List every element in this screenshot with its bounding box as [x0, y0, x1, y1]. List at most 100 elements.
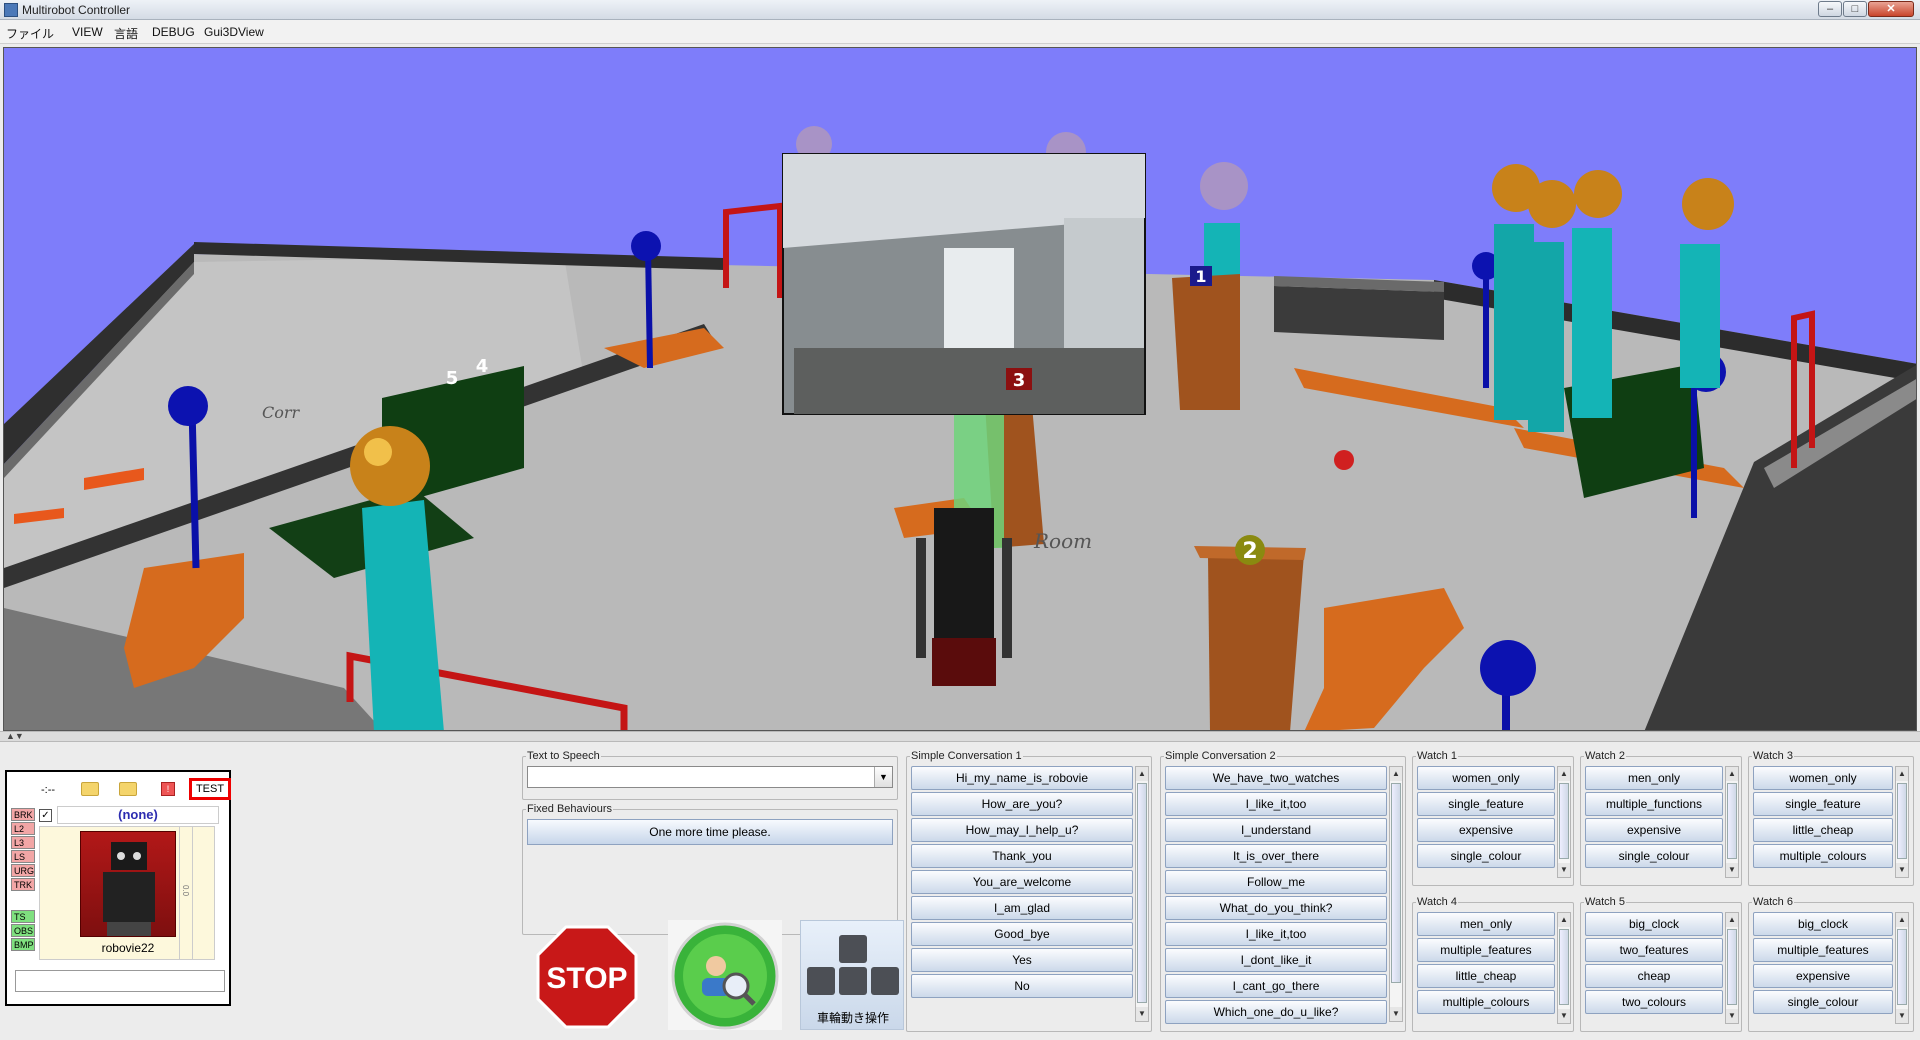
watch-button[interactable]: single_feature — [1417, 792, 1555, 816]
conv1-button[interactable]: Yes — [911, 948, 1133, 972]
robot-enable-checkbox[interactable]: ✓ — [39, 809, 52, 822]
scroll-thumb[interactable] — [1727, 929, 1737, 1005]
menu-gui3dview[interactable]: Gui3DView — [204, 25, 264, 39]
scroll-thumb[interactable] — [1897, 783, 1907, 859]
watch-button[interactable]: expensive — [1753, 964, 1893, 988]
conv1-button[interactable]: No — [911, 974, 1133, 998]
conv1-button[interactable]: Good_bye — [911, 922, 1133, 946]
scroll-down-icon[interactable]: ▼ — [1136, 1007, 1148, 1021]
scroll-thumb[interactable] — [1137, 783, 1147, 1003]
conv1-button[interactable]: Hi_my_name_is_robovie — [911, 766, 1133, 790]
watch-scrollbar[interactable]: ▲ ▼ — [1725, 912, 1739, 1024]
maximize-button[interactable]: □ — [1843, 1, 1867, 17]
conv2-button[interactable]: I_cant_go_there — [1165, 974, 1387, 998]
conv2-button[interactable]: We_have_two_watches — [1165, 766, 1387, 790]
scroll-thumb[interactable] — [1897, 929, 1907, 1005]
robot-command-input[interactable] — [15, 970, 225, 992]
minimize-button[interactable]: – — [1818, 1, 1842, 17]
watch-button[interactable]: multiple_features — [1753, 938, 1893, 962]
watch-button[interactable]: single_colour — [1753, 990, 1893, 1014]
scroll-up-icon[interactable]: ▲ — [1390, 767, 1402, 781]
robot-selection-label[interactable]: (none) — [57, 806, 219, 824]
watch-button[interactable]: little_cheap — [1417, 964, 1555, 988]
one-more-time-button[interactable]: One more time please. — [527, 819, 893, 845]
conv1-button[interactable]: How_may_I_help_u? — [911, 818, 1133, 842]
watch-button[interactable]: cheap — [1585, 964, 1723, 988]
scroll-thumb[interactable] — [1727, 783, 1737, 859]
conv2-scrollbar[interactable]: ▲ ▼ — [1389, 766, 1403, 1022]
watch-button[interactable]: single_feature — [1753, 792, 1893, 816]
watch-button[interactable]: big_clock — [1585, 912, 1723, 936]
scroll-down-icon[interactable]: ▼ — [1726, 1009, 1738, 1023]
conv2-button[interactable]: It_is_over_there — [1165, 844, 1387, 868]
conv1-button[interactable]: You_are_welcome — [911, 870, 1133, 894]
conv1-button[interactable]: Thank_you — [911, 844, 1133, 868]
scroll-down-icon[interactable]: ▼ — [1558, 863, 1570, 877]
menu-file[interactable]: ファイル — [6, 25, 54, 42]
wheel-control-button[interactable]: 車輪動き操作 — [800, 920, 904, 1030]
conv2-button[interactable]: I_dont_like_it — [1165, 948, 1387, 972]
scroll-thumb[interactable] — [1559, 929, 1569, 1005]
watch-button[interactable]: women_only — [1417, 766, 1555, 790]
test-button[interactable]: TEST — [189, 778, 231, 800]
person-search-button[interactable] — [668, 920, 782, 1030]
conv1-button[interactable]: How_are_you? — [911, 792, 1133, 816]
watch-button[interactable]: expensive — [1585, 818, 1723, 842]
watch-button[interactable]: expensive — [1417, 818, 1555, 842]
chevron-down-icon[interactable]: ▼ — [874, 767, 892, 787]
panel-splitter[interactable]: ▲▼ — [0, 731, 1920, 742]
folder-open-icon[interactable] — [119, 782, 137, 796]
conv2-button[interactable]: I_understand — [1165, 818, 1387, 842]
log-icon[interactable]: ! — [161, 782, 175, 796]
watch-button[interactable]: little_cheap — [1753, 818, 1893, 842]
watch-button[interactable]: single_colour — [1585, 844, 1723, 868]
watch-button[interactable]: two_features — [1585, 938, 1723, 962]
3d-viewport[interactable]: 1 2 3 4 5 Room Corr — [3, 47, 1917, 731]
scroll-up-icon[interactable]: ▲ — [1136, 767, 1148, 781]
watch-button[interactable]: men_only — [1417, 912, 1555, 936]
conv1-button[interactable]: I_am_glad — [911, 896, 1133, 920]
watch-button[interactable]: multiple_functions — [1585, 792, 1723, 816]
watch-button[interactable]: big_clock — [1753, 912, 1893, 936]
conv1-scrollbar[interactable]: ▲ ▼ — [1135, 766, 1149, 1022]
scroll-down-icon[interactable]: ▼ — [1558, 1009, 1570, 1023]
stop-button[interactable]: STOP — [536, 925, 638, 1029]
menu-language[interactable]: 言語 — [114, 25, 138, 42]
scroll-thumb[interactable] — [1559, 783, 1569, 859]
watch-scrollbar[interactable]: ▲ ▼ — [1557, 912, 1571, 1024]
watch-button[interactable]: multiple_colours — [1417, 990, 1555, 1014]
scroll-up-icon[interactable]: ▲ — [1726, 767, 1738, 781]
robot-list-scrollbar[interactable]: 0.0 — [179, 826, 193, 960]
watch-button[interactable]: multiple_features — [1417, 938, 1555, 962]
conv2-button[interactable]: I_like_it,too — [1165, 922, 1387, 946]
folder-icon[interactable] — [81, 782, 99, 796]
conv2-button[interactable]: I_like_it,too — [1165, 792, 1387, 816]
scroll-thumb[interactable] — [1391, 783, 1401, 983]
scroll-up-icon[interactable]: ▲ — [1896, 913, 1908, 927]
scroll-down-icon[interactable]: ▼ — [1390, 1007, 1402, 1021]
scroll-up-icon[interactable]: ▲ — [1896, 767, 1908, 781]
scroll-up-icon[interactable]: ▲ — [1558, 767, 1570, 781]
watch-scrollbar[interactable]: ▲ ▼ — [1725, 766, 1739, 878]
close-button[interactable]: ✕ — [1868, 1, 1914, 17]
watch-scrollbar[interactable]: ▲ ▼ — [1895, 766, 1909, 878]
menu-view[interactable]: VIEW — [72, 25, 103, 39]
scroll-down-icon[interactable]: ▼ — [1896, 863, 1908, 877]
tts-combobox[interactable]: ▼ — [527, 766, 893, 788]
conv2-button[interactable]: Follow_me — [1165, 870, 1387, 894]
splitter-arrow-icon[interactable]: ▲▼ — [6, 731, 24, 741]
watch-button[interactable]: two_colours — [1585, 990, 1723, 1014]
watch-button[interactable]: men_only — [1585, 766, 1723, 790]
scroll-up-icon[interactable]: ▲ — [1726, 913, 1738, 927]
watch-scrollbar[interactable]: ▲ ▼ — [1557, 766, 1571, 878]
scroll-up-icon[interactable]: ▲ — [1558, 913, 1570, 927]
watch-button[interactable]: single_colour — [1417, 844, 1555, 868]
watch-button[interactable]: women_only — [1753, 766, 1893, 790]
conv2-button[interactable]: Which_one_do_u_like? — [1165, 1000, 1387, 1024]
watch-button[interactable]: multiple_colours — [1753, 844, 1893, 868]
scroll-down-icon[interactable]: ▼ — [1726, 863, 1738, 877]
menu-debug[interactable]: DEBUG — [152, 25, 195, 39]
watch-scrollbar[interactable]: ▲ ▼ — [1895, 912, 1909, 1024]
scroll-down-icon[interactable]: ▼ — [1896, 1009, 1908, 1023]
conv2-button[interactable]: What_do_you_think? — [1165, 896, 1387, 920]
